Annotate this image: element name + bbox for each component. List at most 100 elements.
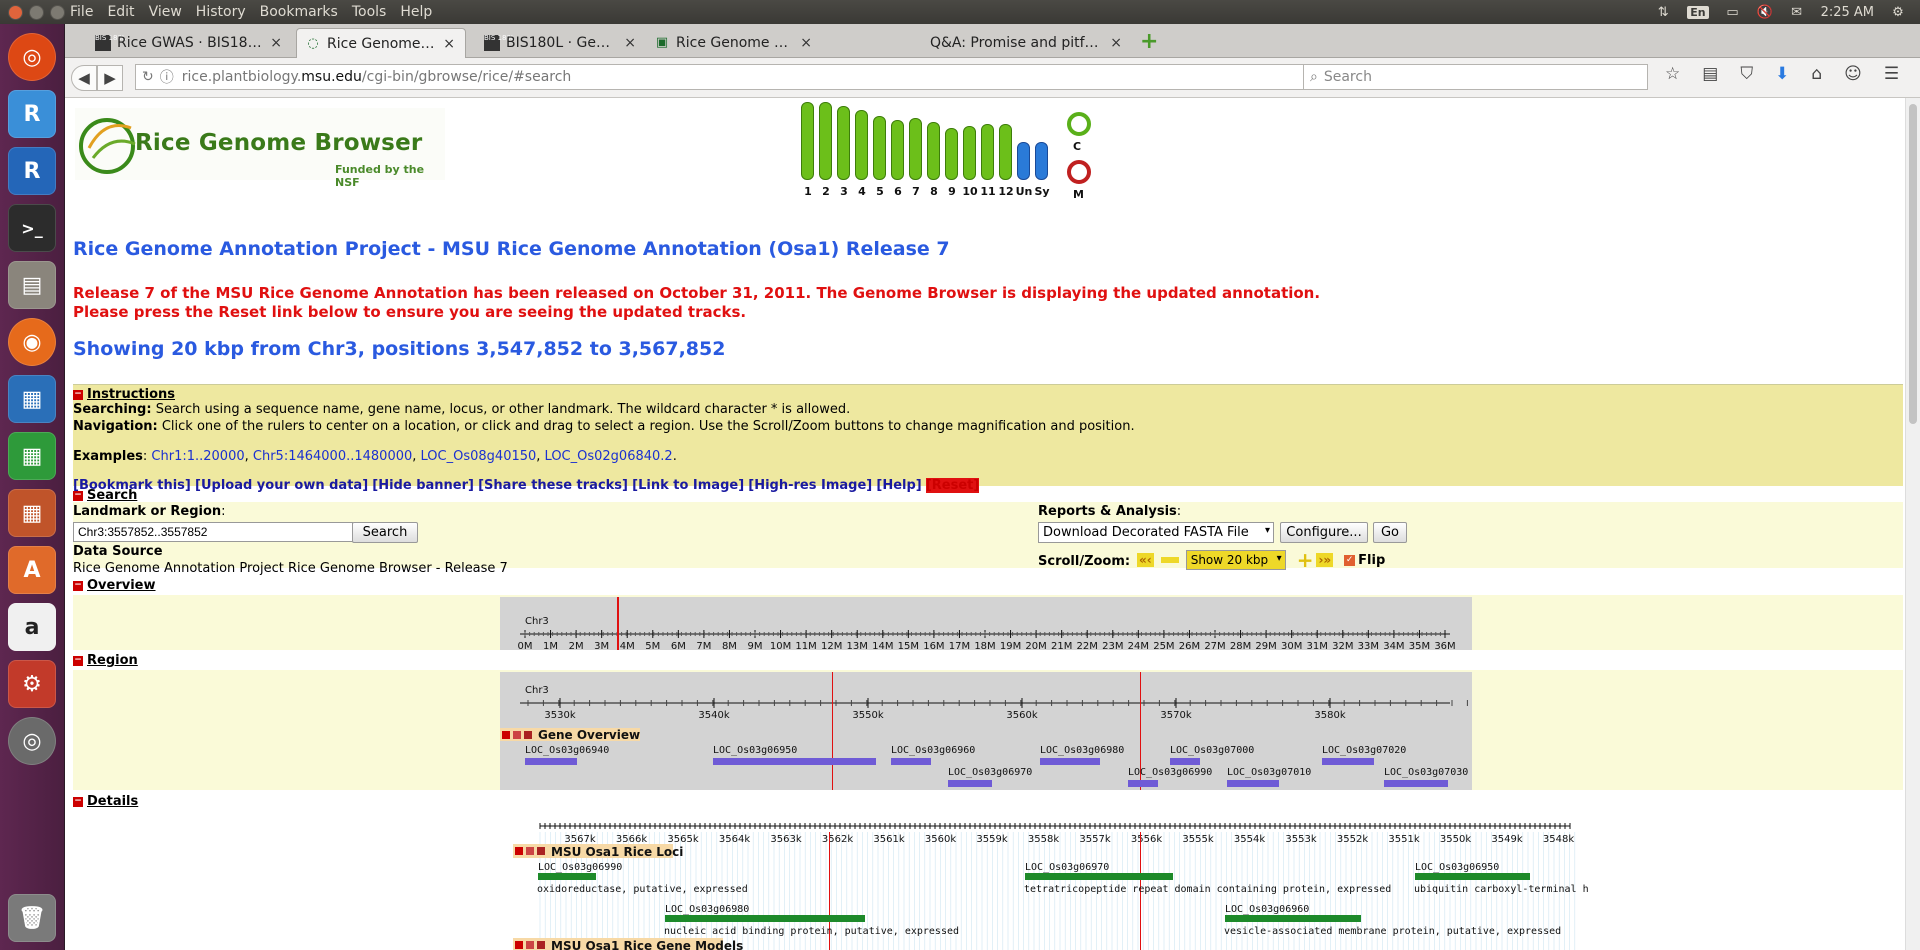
clock[interactable]: 2:25 AM [1821, 5, 1874, 20]
volume-muted-icon[interactable]: 🔇 [1756, 5, 1772, 20]
rice-genome-browser-logo[interactable]: Rice Genome Browser Funded by the NSF [75, 108, 445, 189]
reports-select[interactable]: Download Decorated FASTA File ▾ [1038, 522, 1274, 543]
chromosome-Un[interactable] [1017, 142, 1030, 180]
chromosome-5[interactable] [873, 116, 886, 180]
menu-edit[interactable]: Edit [107, 4, 134, 20]
chromosome-2[interactable] [819, 102, 832, 180]
scrollbar-thumb[interactable] [1909, 104, 1917, 424]
collapse-icon[interactable]: − [73, 389, 83, 400]
rstudio-icon[interactable]: R [8, 90, 56, 138]
menu-tools[interactable]: Tools [352, 4, 387, 20]
new-tab-plus-icon[interactable]: + [1140, 31, 1158, 53]
search-button[interactable]: Search [352, 522, 418, 543]
hamburger-menu-icon[interactable]: ☰ [1884, 64, 1899, 84]
tab-qa-promise[interactable]: Q&A: Promise and pitfa… × [922, 28, 1132, 58]
collapse-icon[interactable]: − [73, 580, 83, 591]
reset-link[interactable]: [Reset] [925, 478, 980, 493]
chromosome-7[interactable] [909, 118, 922, 180]
bookmark-star-icon[interactable]: ☆ [1665, 64, 1680, 84]
organelle-c[interactable] [1067, 112, 1091, 136]
chat-icon[interactable]: ☺ [1844, 64, 1862, 84]
info-icon[interactable]: ⓘ [160, 67, 174, 87]
share-tracks-link[interactable]: [Share these tracks] [478, 478, 628, 493]
close-tab-icon[interactable]: × [270, 35, 282, 51]
file-manager-icon[interactable]: ▤ [8, 261, 56, 309]
mail-icon[interactable]: ✉ [1789, 5, 1805, 20]
link-to-image-link[interactable]: [Link to Image] [632, 478, 744, 493]
chromosome-12[interactable] [999, 124, 1012, 180]
chromosome-6[interactable] [891, 120, 904, 180]
download-arrow-icon[interactable]: ⬇ [1775, 64, 1789, 84]
ubuntu-dash-icon[interactable]: ◎ [8, 33, 56, 81]
high-res-image-link[interactable]: [High-res Image] [748, 478, 872, 493]
chromosome-Sy[interactable] [1035, 142, 1048, 180]
menu-view[interactable]: View [149, 4, 182, 20]
zoom-select[interactable]: Show 20 kbp ▾ [1185, 550, 1286, 570]
writer-icon[interactable]: ▦ [8, 375, 56, 423]
region-view[interactable]: Chr3 3530k 3540k 3550k 3560k 3570k 3580k Gene O… [500, 672, 1472, 790]
collapse-icon[interactable]: − [73, 796, 83, 807]
zoom-in-plus-icon[interactable]: + [1297, 548, 1314, 572]
home-icon[interactable]: ⌂ [1811, 64, 1822, 84]
overview-header[interactable]: − Overview [73, 578, 156, 593]
tab-rice-gwas[interactable]: BIS 180L Rice GWAS · BIS180L × [87, 28, 292, 58]
example-link[interactable]: Chr5:1464000..1480000 [253, 449, 412, 464]
keyboard-layout-indicator[interactable]: En [1687, 5, 1709, 19]
menu-bookmarks[interactable]: Bookmarks [260, 4, 338, 20]
search-header[interactable]: − Search [73, 488, 137, 503]
organelle-m[interactable] [1067, 160, 1091, 184]
battery-icon[interactable]: ▭ [1725, 5, 1741, 20]
chromosome-4[interactable] [855, 110, 868, 180]
back-arrow-icon[interactable]: ◀ [71, 64, 97, 91]
menu-help[interactable]: Help [400, 4, 432, 20]
dvd-icon[interactable]: ◎ [8, 717, 56, 765]
calc-icon[interactable]: ▦ [8, 432, 56, 480]
scroll-right-far-icon[interactable]: ›» [1316, 553, 1334, 567]
reload-icon[interactable]: ↻ [142, 69, 154, 85]
menu-history[interactable]: History [196, 4, 246, 20]
menu-file[interactable]: File [70, 4, 93, 20]
url-bar[interactable]: ↻ ⓘ rice.plantbiology. msu.edu/cgi-bin/gb… [135, 64, 1343, 90]
instructions-header[interactable]: − Instructions [73, 387, 175, 402]
hide-banner-link[interactable]: [Hide banner] [372, 478, 474, 493]
software-center-icon[interactable]: A [8, 546, 56, 594]
impress-icon[interactable]: ▦ [8, 489, 56, 537]
help-link[interactable]: [Help] [876, 478, 921, 493]
close-tab-icon[interactable]: × [443, 36, 455, 52]
trash-icon[interactable]: 🗑 [8, 894, 56, 942]
r-icon[interactable]: R [8, 147, 56, 195]
collapse-icon[interactable]: − [73, 655, 83, 666]
example-link[interactable]: LOC_Os08g40150 [421, 449, 537, 464]
chromosome-1[interactable] [801, 102, 814, 180]
pocket-icon[interactable]: ⛉ [1740, 64, 1753, 84]
web-search-field[interactable]: ⌕ Search [1303, 64, 1648, 90]
window-close-button[interactable] [8, 4, 23, 20]
collapse-icon[interactable]: − [73, 490, 83, 501]
tab-rice-genome-annot[interactable]: ▣ Rice Genome Annot… × [646, 28, 822, 58]
chromosome-11[interactable] [981, 124, 994, 180]
window-maximize-button[interactable] [50, 4, 65, 20]
settings-gear-icon[interactable]: ⚙ [1890, 5, 1906, 20]
details-header[interactable]: − Details [73, 794, 138, 809]
tab-bis180l-genome[interactable]: BIS 180L BIS180L · Genome Bi… × [476, 28, 646, 58]
forward-arrow-icon[interactable]: ▶ [97, 64, 123, 91]
upload-data-link[interactable]: [Upload your own data] [195, 478, 368, 493]
chromosome-9[interactable] [945, 128, 958, 180]
configure-button[interactable]: Configure... [1280, 522, 1368, 543]
zoom-out-minus-icon[interactable] [1160, 557, 1179, 563]
chromosome-10[interactable] [963, 126, 976, 180]
system-settings-icon[interactable]: ⚙ [8, 660, 56, 708]
close-tab-icon[interactable]: × [800, 35, 812, 51]
region-header[interactable]: − Region [73, 653, 138, 668]
example-link[interactable]: LOC_Os02g06840.2 [545, 449, 673, 464]
window-minimize-button[interactable] [29, 4, 44, 20]
amazon-icon[interactable]: a [8, 603, 56, 651]
close-tab-icon[interactable]: × [1110, 35, 1122, 51]
overview-ruler[interactable]: Chr3 0M 1M 2M 3M 4M 5M 6M 7M 8M 9M 10M 11M 12M 13M 14M 1… [500, 597, 1472, 650]
chromosome-3[interactable] [837, 106, 850, 180]
details-view[interactable]: 3567k 3566k 3565k 3564k 3563k 3562k 3561k 3560k… [445, 810, 1595, 950]
network-transfer-icon[interactable]: ⇅ [1655, 5, 1671, 20]
vertical-scrollbar[interactable] [1905, 98, 1920, 950]
reading-list-icon[interactable]: ▤ [1702, 64, 1718, 84]
go-button[interactable]: Go [1373, 522, 1407, 543]
